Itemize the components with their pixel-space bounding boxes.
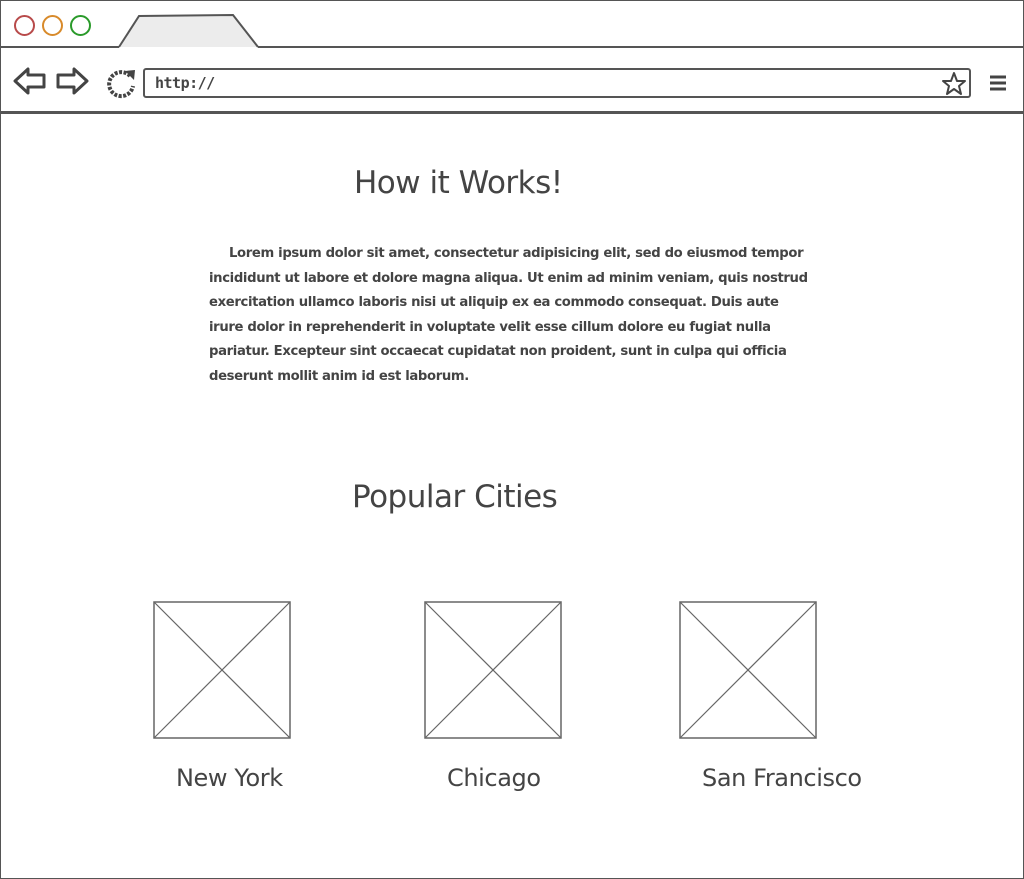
city-image-placeholder[interactable]: [153, 601, 291, 739]
city-label-san-francisco[interactable]: San Francisco: [702, 764, 862, 792]
city-label-new-york[interactable]: New York: [176, 764, 283, 792]
title-bar: [1, 1, 1023, 49]
address-bar[interactable]: http://: [143, 68, 971, 98]
popular-cities-title: Popular Cities: [352, 479, 558, 515]
menu-icon[interactable]: [988, 74, 1008, 92]
back-arrow-icon[interactable]: [13, 66, 47, 96]
reload-icon[interactable]: [104, 67, 140, 99]
forward-arrow-icon[interactable]: [55, 66, 89, 96]
url-text: http://: [155, 74, 215, 92]
city-image-placeholder[interactable]: [679, 601, 817, 739]
browser-toolbar: http://: [1, 49, 1023, 114]
city-label-chicago[interactable]: Chicago: [447, 764, 541, 792]
city-image-placeholder[interactable]: [424, 601, 562, 739]
browser-window: http:// How it Works! Lorem ipsum dolor …: [0, 0, 1024, 879]
browser-tab[interactable]: [1, 1, 1023, 49]
how-it-works-title: How it Works!: [354, 165, 563, 201]
page-content: How it Works! Lorem ipsum dolor sit amet…: [1, 114, 1023, 878]
how-it-works-text: Lorem ipsum dolor sit amet, consectetur …: [209, 246, 808, 384]
star-icon[interactable]: [941, 71, 967, 97]
